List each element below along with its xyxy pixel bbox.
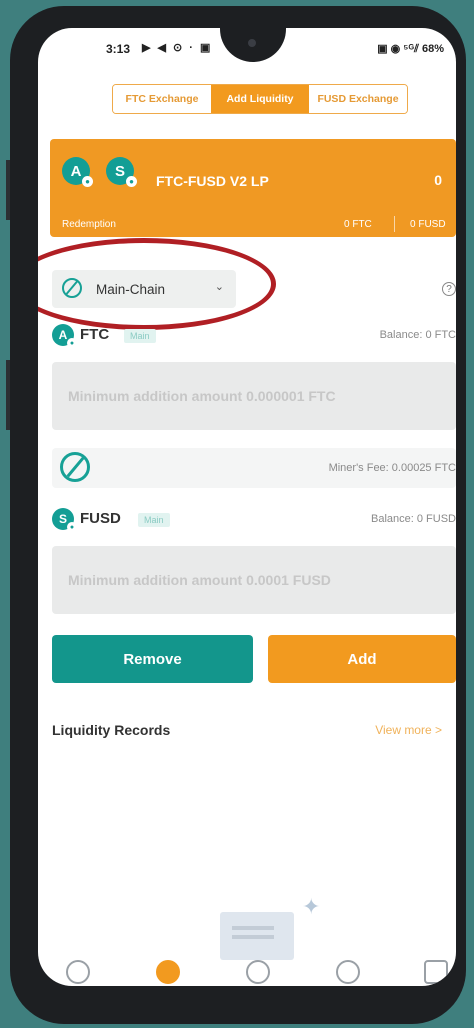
coin-sub-badge-icon: ● [126, 176, 137, 187]
fusd-main-badge: Main [138, 513, 170, 527]
coin-sub-badge-icon: ● [82, 176, 93, 187]
exchange-tabs: FTC Exchange Add Liquidity FUSD Exchange [112, 84, 408, 114]
fusd-asset-row: S ● FUSD Main Balance: 0 FUSD [52, 508, 456, 532]
redemption-divider [394, 216, 395, 232]
signal-icons: ▣ ◉ ⁵ᴳ⫽ [377, 43, 419, 55]
lp-amount: 0 [434, 172, 442, 188]
home-icon[interactable] [66, 960, 90, 984]
fusd-asset-icon: S ● [52, 508, 77, 532]
bottom-nav [38, 956, 456, 986]
remove-button[interactable]: Remove [52, 635, 253, 683]
liquidity-records-title: Liquidity Records [52, 722, 171, 738]
redemption-ftc: 0 FTC [344, 219, 372, 230]
ftc-asset-symbol: A [58, 328, 68, 342]
document-icon [220, 912, 294, 960]
ftc-coin-icon: A ● [62, 157, 93, 187]
chain-link-icon [60, 452, 90, 482]
redemption-label: Redemption [62, 219, 116, 230]
ftc-asset-icon: A ● [52, 324, 77, 348]
notification-icons: ▶ ◀ ⊙ · ▣ [142, 42, 213, 54]
status-time: 3:13 [106, 42, 131, 56]
add-button[interactable]: Add [268, 635, 456, 683]
coin-sub-badge-icon: ● [67, 338, 77, 348]
empty-records-illustration: ✦ [220, 894, 320, 960]
ftc-balance: Balance: 0 FTC [379, 329, 456, 341]
camera-icon [248, 39, 256, 47]
fusd-asset-symbol: S [58, 512, 67, 526]
lp-pair-name: FTC-FUSD V2 LP [156, 173, 269, 189]
fusd-amount-input[interactable] [52, 546, 456, 614]
app-screen: 3:13 ▶ ◀ ⊙ · ▣ ▣ ◉ ⁵ᴳ⫽ 68% FTC Exchange … [38, 28, 456, 986]
fusd-balance: Balance: 0 FUSD [371, 513, 456, 525]
help-icon[interactable]: ? [442, 282, 456, 296]
battery-level: 68% [421, 43, 444, 55]
ftc-main-badge: Main [124, 329, 156, 343]
miner-fee-row: Miner's Fee: 0.00025 FTC [52, 448, 456, 488]
system-icons: ▣ ◉ ⁵ᴳ⫽ 68% [377, 42, 444, 56]
annotation-ellipse [38, 238, 276, 330]
tab-add-liquidity[interactable]: Add Liquidity [211, 85, 309, 113]
fusd-coin-symbol: S [114, 162, 125, 180]
liquidity-icon[interactable] [156, 960, 180, 984]
tab-ftc-exchange[interactable]: FTC Exchange [113, 85, 211, 113]
ftc-asset-name: FTC [80, 326, 110, 343]
discover-icon[interactable] [336, 960, 360, 984]
tab-fusd-exchange[interactable]: FUSD Exchange [309, 85, 407, 113]
ftc-asset-row: A ● FTC Main Balance: 0 FTC [52, 324, 456, 348]
fusd-coin-icon: S ● [106, 157, 137, 187]
phone-frame: 3:13 ▶ ◀ ⊙ · ▣ ▣ ◉ ⁵ᴳ⫽ 68% FTC Exchange … [10, 6, 466, 1024]
sparkle-icon: ✦ [302, 894, 321, 919]
profile-icon[interactable] [424, 960, 448, 984]
redemption-fusd: 0 FUSD [410, 219, 446, 230]
view-more-link[interactable]: View more > [375, 723, 442, 737]
ftc-amount-input[interactable] [52, 362, 456, 430]
fusd-asset-name: FUSD [80, 510, 121, 527]
miner-fee-text: Miner's Fee: 0.00025 FTC [328, 462, 456, 474]
lp-summary-card: A ● S ● FTC-FUSD V2 LP 0 Redemption 0 FT… [50, 139, 456, 237]
coin-sub-badge-icon: ● [67, 522, 77, 532]
compass-icon[interactable] [246, 960, 270, 984]
ftc-coin-symbol: A [70, 162, 82, 180]
